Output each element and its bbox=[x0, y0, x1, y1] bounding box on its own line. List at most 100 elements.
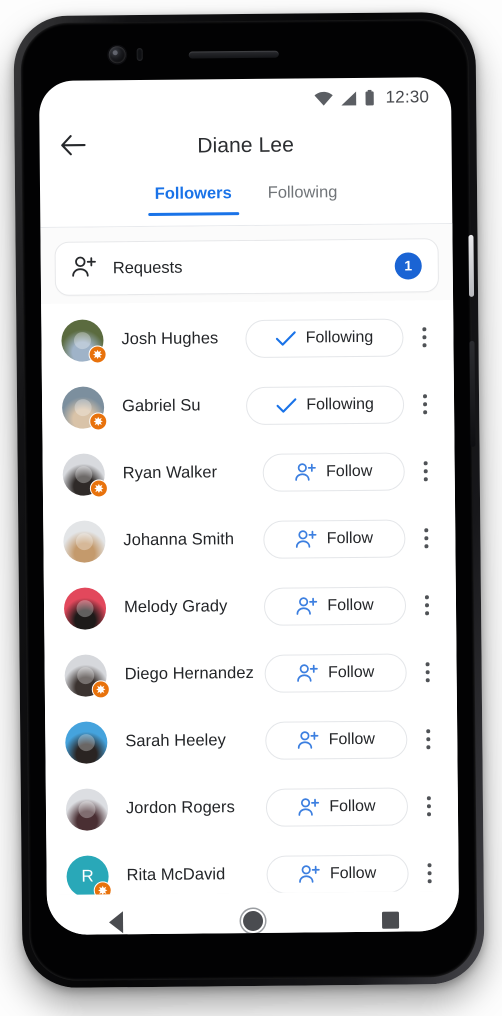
action-button-label: Follow bbox=[329, 864, 377, 882]
avatar[interactable] bbox=[62, 452, 108, 498]
phone-screen: 12:30 Diane Lee Followers Following Requ… bbox=[38, 77, 460, 935]
table-row[interactable]: Diego Hernandez Follow bbox=[44, 638, 457, 709]
proximity-sensor-icon bbox=[136, 47, 143, 62]
person-add-icon bbox=[299, 864, 321, 883]
table-row[interactable]: Melody Grady Follow bbox=[44, 571, 457, 642]
table-row[interactable]: Johanna Smith Follow bbox=[43, 504, 456, 575]
person-add-icon bbox=[298, 730, 320, 749]
person-name: Diego Hernandez bbox=[124, 663, 254, 684]
avatar-photo bbox=[77, 667, 95, 685]
nav-recents-button[interactable] bbox=[360, 897, 420, 935]
avatar-photo bbox=[74, 399, 92, 417]
back-arrow-icon bbox=[60, 135, 86, 161]
follow-button[interactable]: Follow bbox=[265, 719, 408, 760]
table-row[interactable]: R Rita McDavid Follow bbox=[46, 839, 458, 895]
android-nav-bar bbox=[46, 891, 460, 935]
overflow-menu-icon[interactable] bbox=[407, 316, 441, 358]
overflow-menu-icon[interactable] bbox=[409, 517, 443, 559]
avatar-photo bbox=[73, 332, 92, 350]
person-name: Melody Grady bbox=[123, 597, 228, 617]
person-name: Josh Hughes bbox=[121, 329, 219, 349]
new-follower-badge-icon bbox=[89, 411, 108, 431]
follow-button[interactable]: Follow bbox=[264, 652, 407, 693]
back-button[interactable] bbox=[49, 124, 95, 170]
app-bar: Diane Lee bbox=[39, 117, 451, 175]
follow-button[interactable]: Follow bbox=[263, 585, 407, 626]
tab-bar: Followers Following bbox=[40, 171, 452, 227]
overflow-menu-icon[interactable] bbox=[412, 852, 446, 894]
new-follower-badge-icon bbox=[93, 880, 112, 895]
avatar[interactable]: R bbox=[66, 854, 112, 895]
table-row[interactable]: Ryan Walker Follow bbox=[42, 437, 455, 508]
action-button-label: Follow bbox=[327, 596, 374, 614]
new-follower-badge-icon bbox=[91, 679, 110, 699]
person-name: Johanna Smith bbox=[123, 530, 235, 550]
overflow-menu-icon[interactable] bbox=[410, 651, 444, 693]
action-button-label: Follow bbox=[329, 797, 376, 815]
volume-button[interactable] bbox=[469, 340, 476, 447]
overflow-menu-icon[interactable] bbox=[410, 584, 444, 626]
person-name: Gabriel Su bbox=[122, 396, 201, 416]
nav-back-icon bbox=[108, 911, 123, 934]
following-button[interactable]: Following bbox=[245, 318, 404, 358]
avatar[interactable] bbox=[61, 385, 108, 431]
action-button-label: Follow bbox=[328, 730, 375, 748]
action-button-label: Follow bbox=[326, 529, 374, 547]
following-button[interactable]: Following bbox=[245, 385, 405, 425]
content-area: Requests 1 Josh Hughes Following Gabriel S… bbox=[40, 224, 459, 895]
person-name: Sarah Heeley bbox=[125, 731, 226, 751]
follow-button[interactable]: Follow bbox=[263, 519, 406, 559]
nav-recents-icon bbox=[381, 911, 399, 929]
avatar-initial: R bbox=[81, 866, 94, 886]
follow-button[interactable]: Follow bbox=[262, 452, 405, 492]
table-row[interactable]: Jordon Rogers Follow bbox=[46, 772, 459, 843]
check-icon bbox=[276, 397, 297, 413]
overflow-menu-icon[interactable] bbox=[411, 718, 445, 760]
avatar-photo bbox=[76, 600, 94, 618]
table-row[interactable]: Sarah Heeley Follow bbox=[45, 705, 458, 776]
avatar[interactable] bbox=[61, 318, 107, 364]
table-row[interactable]: Gabriel Su Following bbox=[42, 370, 455, 441]
front-camera-icon bbox=[108, 46, 126, 64]
status-bar: 12:30 bbox=[39, 77, 451, 121]
nav-home-button[interactable] bbox=[223, 899, 283, 935]
wifi-icon bbox=[314, 91, 334, 106]
action-button-label: Follow bbox=[326, 462, 373, 480]
nav-home-icon bbox=[242, 910, 264, 932]
follow-button[interactable]: Follow bbox=[265, 786, 409, 827]
requests-count-badge: 1 bbox=[394, 251, 422, 280]
tab-followers[interactable]: Followers bbox=[142, 177, 245, 216]
phone-bezel: 12:30 Diane Lee Followers Following Requ… bbox=[20, 18, 478, 982]
overflow-menu-icon[interactable] bbox=[409, 450, 443, 492]
avatar[interactable] bbox=[63, 519, 106, 563]
cellular-signal-icon bbox=[341, 90, 358, 105]
tab-following[interactable]: Following bbox=[255, 176, 351, 215]
battery-icon bbox=[365, 89, 376, 106]
follow-button[interactable]: Follow bbox=[266, 853, 409, 894]
check-icon bbox=[276, 330, 297, 346]
avatar-photo bbox=[75, 466, 93, 484]
screenshot-stage: 12:30 Diane Lee Followers Following Requ… bbox=[0, 0, 502, 1016]
avatar[interactable] bbox=[65, 720, 108, 764]
avatar[interactable] bbox=[64, 653, 110, 699]
new-follower-badge-icon bbox=[88, 344, 107, 364]
requests-row[interactable]: Requests 1 bbox=[54, 238, 440, 296]
nav-back-button[interactable] bbox=[85, 900, 145, 935]
overflow-menu-icon[interactable] bbox=[408, 383, 442, 425]
power-button[interactable] bbox=[468, 234, 475, 297]
table-row[interactable]: Josh Hughes Following bbox=[41, 303, 454, 374]
avatar[interactable] bbox=[63, 586, 107, 630]
avatar[interactable] bbox=[65, 787, 109, 831]
phone-device: 12:30 Diane Lee Followers Following Requ… bbox=[13, 11, 485, 989]
followers-list: Josh Hughes Following Gabriel Su Following R… bbox=[41, 300, 459, 895]
avatar-photo bbox=[78, 801, 96, 819]
person-add-icon bbox=[297, 663, 319, 682]
page-title: Diane Lee bbox=[197, 133, 295, 158]
phone-top-bezel bbox=[20, 19, 469, 81]
person-name: Ryan Walker bbox=[122, 463, 218, 483]
avatar-image bbox=[63, 586, 107, 630]
person-name: Rita McDavid bbox=[126, 865, 226, 885]
overflow-menu-icon[interactable] bbox=[412, 785, 446, 827]
avatar-photo bbox=[75, 533, 93, 551]
person-add-icon bbox=[72, 255, 97, 282]
